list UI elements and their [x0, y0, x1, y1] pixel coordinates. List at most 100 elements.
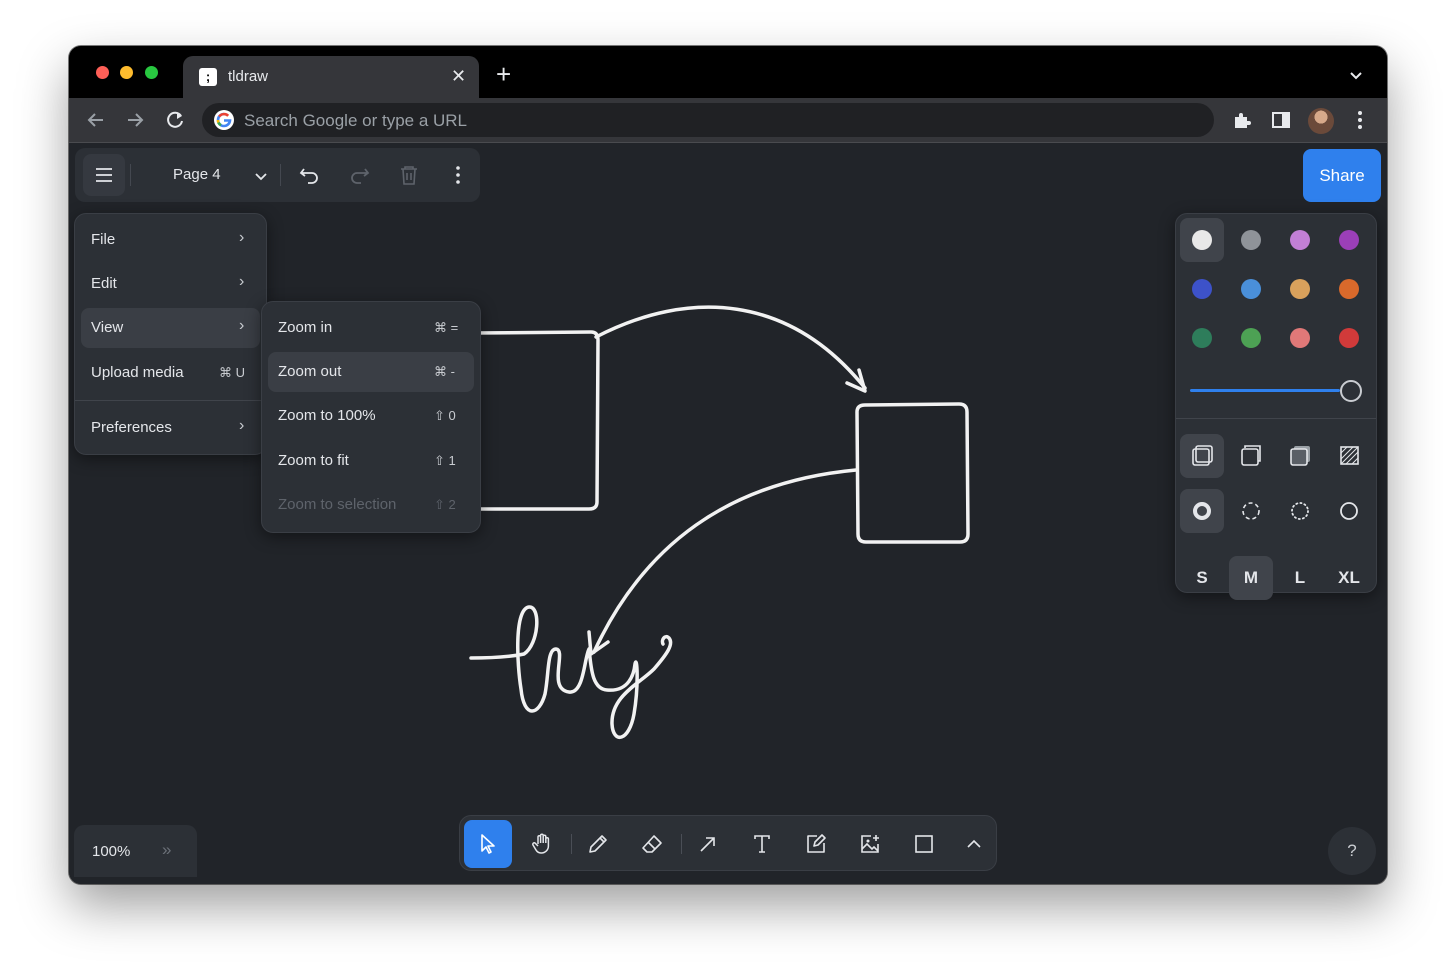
color-dot: [1339, 279, 1359, 299]
tool-rectangle-button[interactable]: [900, 820, 948, 868]
color-swatch-button[interactable]: [1278, 316, 1322, 360]
back-arrow-icon[interactable]: [85, 109, 107, 131]
menu-item-zoom-out[interactable]: Zoom out ⌘ -: [268, 352, 474, 392]
chevron-down-icon: [255, 173, 267, 181]
tldraw-canvas[interactable]: Page 4 Share File › Edit › View › Upload…: [69, 144, 1387, 884]
tool-note-button[interactable]: [792, 820, 840, 868]
color-dot: [1339, 328, 1359, 348]
extensions-puzzle-icon[interactable]: [1231, 109, 1253, 131]
menu-item-view[interactable]: View ›: [81, 308, 260, 348]
menu-divider: [75, 400, 266, 401]
menu-item-label: Edit: [91, 275, 117, 292]
menu-item-upload-media[interactable]: Upload media ⌘ U: [81, 353, 260, 393]
color-swatch-button[interactable]: [1327, 218, 1371, 262]
color-swatch-button[interactable]: [1327, 316, 1371, 360]
zoom-level: 100%: [92, 843, 131, 860]
tab-title: tldraw: [228, 68, 269, 85]
fill-none-button[interactable]: [1180, 434, 1224, 478]
size-l-button[interactable]: L: [1278, 556, 1322, 600]
color-swatch-button[interactable]: [1180, 267, 1224, 311]
menu-item-zoom-to-100[interactable]: Zoom to 100% ⇧ 0: [268, 396, 474, 436]
menu-item-zoom-to-fit[interactable]: Zoom to fit ⇧ 1: [268, 441, 474, 481]
expand-minimap-icon[interactable]: »: [162, 840, 171, 860]
color-dot: [1192, 230, 1212, 250]
color-dot: [1241, 279, 1261, 299]
profile-avatar[interactable]: [1308, 108, 1334, 134]
fill-solid-button[interactable]: [1278, 434, 1322, 478]
fill-semi-button[interactable]: [1229, 434, 1273, 478]
color-dot: [1290, 279, 1310, 299]
menu-item-label: View: [91, 319, 124, 336]
zoom-menu[interactable]: 100% »: [74, 825, 197, 877]
chevron-right-icon: ›: [239, 273, 245, 290]
opacity-slider-thumb[interactable]: [1340, 380, 1362, 402]
menu-item-preferences[interactable]: Preferences ›: [81, 408, 260, 448]
tldraw-top-bar: Page 4: [75, 148, 480, 202]
tool-media-button[interactable]: [846, 820, 894, 868]
color-swatch-button[interactable]: [1278, 218, 1322, 262]
opacity-slider-track[interactable]: [1190, 389, 1340, 392]
maximize-window-button[interactable]: [145, 66, 158, 79]
browser-tab[interactable]: ; tldraw ✕: [183, 56, 479, 98]
color-swatch-button[interactable]: [1229, 267, 1273, 311]
actions-menu-button[interactable]: [437, 154, 479, 196]
dash-solid-button[interactable]: [1327, 489, 1371, 533]
size-xl-button[interactable]: XL: [1327, 556, 1371, 600]
close-window-button[interactable]: [96, 66, 109, 79]
tool-select-button[interactable]: [464, 820, 512, 868]
tool-eraser-button[interactable]: [628, 820, 676, 868]
image-icon: [861, 835, 879, 853]
keyboard-shortcut: ⇧ 2: [434, 497, 456, 512]
share-button[interactable]: Share: [1303, 149, 1381, 202]
reload-icon[interactable]: [164, 109, 186, 131]
menu-item-label: File: [91, 231, 116, 248]
tool-draw-button[interactable]: [574, 820, 622, 868]
menu-item-zoom-to-selection[interactable]: Zoom to selection ⇧ 2: [268, 485, 474, 525]
undo-button[interactable]: [289, 154, 331, 196]
size-m-button[interactable]: M: [1229, 556, 1273, 600]
help-icon: ?: [1347, 841, 1357, 860]
color-swatch-button[interactable]: [1229, 218, 1273, 262]
side-panel-icon[interactable]: [1270, 109, 1292, 131]
tool-arrow-button[interactable]: [684, 820, 732, 868]
tool-hand-button[interactable]: [518, 820, 566, 868]
fill-none-icon: [1192, 445, 1213, 466]
menu-item-label: Zoom to fit: [278, 452, 349, 469]
hamburger-icon: [96, 168, 112, 182]
page-selector[interactable]: Page 4: [139, 154, 269, 196]
tab-search-chevron-icon[interactable]: [1349, 68, 1363, 86]
size-s-button[interactable]: S: [1180, 556, 1224, 600]
chevron-up-icon: [967, 839, 981, 848]
fill-pattern-button[interactable]: [1327, 434, 1371, 478]
color-swatch-button[interactable]: [1180, 218, 1224, 262]
minimize-window-button[interactable]: [120, 66, 133, 79]
google-logo-icon: [214, 110, 234, 130]
arrow-curve-bottom: [592, 468, 858, 654]
forward-arrow-icon[interactable]: [124, 109, 146, 131]
browser-menu-icon[interactable]: [1349, 109, 1371, 131]
arrow-icon: [700, 837, 715, 852]
dash-draw-button[interactable]: [1180, 489, 1224, 533]
redo-button[interactable]: [338, 154, 380, 196]
delete-button[interactable]: [388, 154, 430, 196]
color-swatch-button[interactable]: [1180, 316, 1224, 360]
trash-icon: [401, 166, 417, 185]
tab-close-icon[interactable]: ✕: [451, 66, 466, 87]
more-tools-button[interactable]: [950, 820, 994, 868]
hamburger-menu-button[interactable]: [83, 154, 125, 196]
menu-item-zoom-in[interactable]: Zoom in ⌘ =: [268, 308, 474, 348]
rectangle-icon: [915, 835, 933, 853]
color-swatch-button[interactable]: [1327, 267, 1371, 311]
menu-item-edit[interactable]: Edit ›: [81, 264, 260, 304]
color-swatch-button[interactable]: [1229, 316, 1273, 360]
color-swatch-button[interactable]: [1278, 267, 1322, 311]
drawn-rectangle-left: [472, 330, 600, 511]
menu-item-file[interactable]: File ›: [81, 220, 260, 260]
dash-dotted-button[interactable]: [1278, 489, 1322, 533]
help-button[interactable]: ?: [1328, 827, 1376, 875]
tool-text-button[interactable]: [738, 820, 786, 868]
dash-dotted-icon: [1291, 502, 1309, 520]
address-bar[interactable]: Search Google or type a URL: [202, 103, 1214, 137]
new-tab-icon[interactable]: +: [496, 61, 511, 87]
dash-dashed-button[interactable]: [1229, 489, 1273, 533]
